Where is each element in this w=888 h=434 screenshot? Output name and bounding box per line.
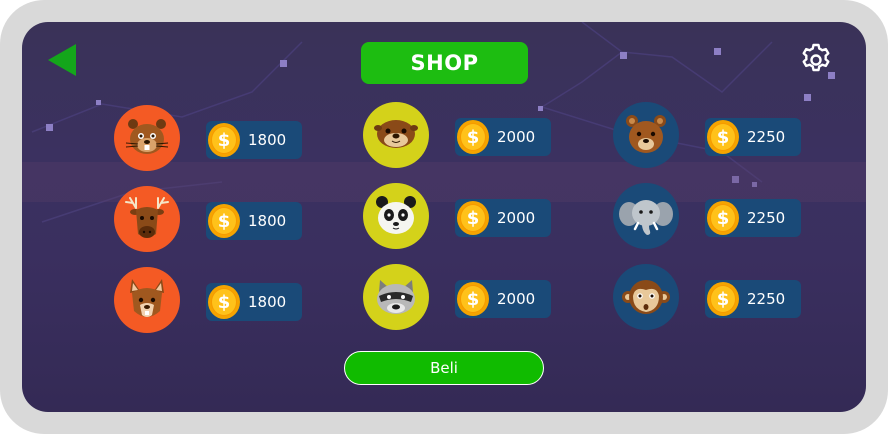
price-value: 2000: [497, 128, 536, 146]
coin-icon: $: [457, 282, 489, 316]
price-tag[interactable]: $ 1800: [206, 283, 302, 321]
back-button[interactable]: [48, 44, 78, 76]
price-tag[interactable]: $ 1800: [206, 202, 302, 240]
shop-item-elephant: $ 2250: [613, 183, 813, 253]
shop-item-moose: $ 1800: [114, 186, 314, 256]
raccoon-icon: [377, 280, 415, 314]
coin-icon: $: [457, 201, 489, 235]
coin-icon: $: [457, 120, 489, 154]
coin-symbol: $: [211, 288, 237, 316]
price-tag[interactable]: $ 2250: [705, 118, 801, 156]
otter-icon: [374, 120, 418, 148]
price-tag[interactable]: $ 2000: [455, 118, 551, 156]
coin-icon: $: [707, 201, 739, 235]
coin-icon: $: [707, 120, 739, 154]
elephant-icon: [619, 200, 673, 235]
price-value: 2250: [747, 209, 786, 227]
price-tag[interactable]: $ 2000: [455, 199, 551, 237]
coin-symbol: $: [211, 126, 237, 154]
price-tag[interactable]: $ 2250: [705, 280, 801, 318]
price-tag[interactable]: $ 2000: [455, 280, 551, 318]
coin-symbol: $: [710, 123, 736, 151]
price-tag[interactable]: $ 1800: [206, 121, 302, 159]
price-value: 2250: [747, 128, 786, 146]
animal-avatar-elephant[interactable]: [613, 183, 679, 249]
coin-icon: $: [208, 123, 240, 157]
beaver-icon: [125, 119, 169, 154]
settings-button[interactable]: [798, 42, 834, 78]
panda-icon: [376, 196, 416, 234]
shop-item-squirrel: $ 1800: [114, 267, 314, 337]
animal-avatar-otter[interactable]: [363, 102, 429, 168]
back-arrow-icon: [48, 44, 76, 76]
bear-icon: [626, 115, 666, 153]
buy-button[interactable]: Beli: [344, 351, 544, 385]
animal-avatar-panda[interactable]: [363, 183, 429, 249]
animal-avatar-bear[interactable]: [613, 102, 679, 168]
animal-avatar-squirrel[interactable]: [114, 267, 180, 333]
shop-item-raccoon: $ 2000: [363, 264, 563, 334]
coin-symbol: $: [211, 207, 237, 235]
animal-avatar-monkey[interactable]: [613, 264, 679, 330]
animal-avatar-moose[interactable]: [114, 186, 180, 252]
coin-icon: $: [707, 282, 739, 316]
gear-icon: [802, 43, 830, 72]
game-screen: SHOP $ 1800 $ 1800 $ 1800 $ 2000 $ 2000 …: [22, 22, 866, 412]
coin-symbol: $: [710, 204, 736, 232]
coin-symbol: $: [460, 204, 486, 232]
monkey-icon: [622, 280, 670, 314]
page-title: SHOP: [361, 42, 528, 84]
animal-avatar-beaver[interactable]: [114, 105, 180, 171]
coin-symbol: $: [710, 285, 736, 313]
price-tag[interactable]: $ 2250: [705, 199, 801, 237]
animal-avatar-raccoon[interactable]: [363, 264, 429, 330]
shop-item-bear: $ 2250: [613, 102, 813, 172]
price-value: 2000: [497, 290, 536, 308]
price-value: 1800: [248, 131, 287, 149]
shop-item-otter: $ 2000: [363, 102, 563, 172]
moose-icon: [125, 197, 169, 238]
coin-icon: $: [208, 285, 240, 319]
squirrel-icon: [130, 279, 164, 317]
coin-symbol: $: [460, 123, 486, 151]
coin-symbol: $: [460, 285, 486, 313]
shop-item-panda: $ 2000: [363, 183, 563, 253]
price-value: 2250: [747, 290, 786, 308]
coin-icon: $: [208, 204, 240, 238]
price-value: 2000: [497, 209, 536, 227]
device-frame: SHOP $ 1800 $ 1800 $ 1800 $ 2000 $ 2000 …: [0, 0, 888, 434]
shop-item-monkey: $ 2250: [613, 264, 813, 334]
price-value: 1800: [248, 293, 287, 311]
shop-item-beaver: $ 1800: [114, 105, 314, 175]
price-value: 1800: [248, 212, 287, 230]
